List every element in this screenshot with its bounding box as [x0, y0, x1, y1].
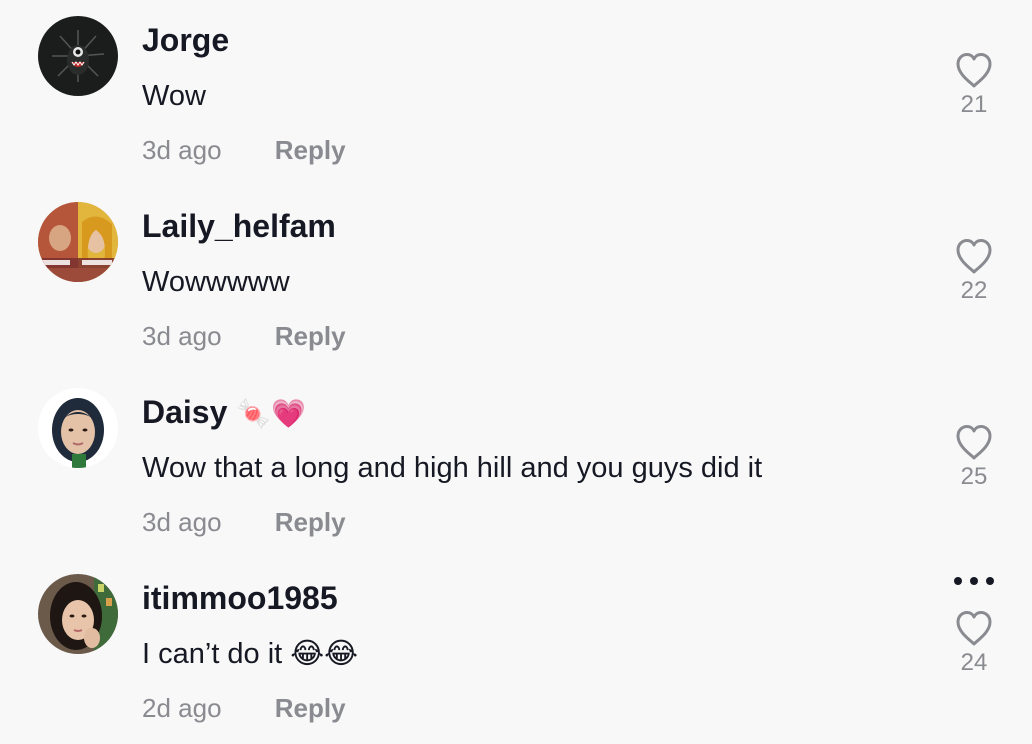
like-count: 22	[960, 277, 988, 304]
username[interactable]: Daisy 🍬💗	[142, 392, 306, 434]
like-count: 21	[960, 91, 988, 118]
username[interactable]: Jorge	[142, 20, 229, 60]
timestamp: 2d ago	[142, 693, 222, 723]
comment-text: Wowwwww	[142, 266, 290, 298]
username[interactable]: itimmoo1985	[142, 578, 338, 618]
like-control: 22	[950, 236, 998, 305]
more-options-icon[interactable]	[950, 574, 998, 588]
monster-avatar-icon	[38, 16, 118, 96]
like-count: 24	[960, 649, 988, 676]
like-control: 21	[950, 50, 998, 119]
username-text: Laily_helfam	[142, 208, 336, 244]
username[interactable]: Laily_helfam	[142, 206, 336, 246]
timestamp: 3d ago	[142, 135, 222, 165]
username-text: itimmoo1985	[142, 580, 338, 616]
comment-item: itimmoo1985 I can’t do it 😂😂 2d ago Repl…	[0, 558, 1032, 744]
username-text: Jorge	[142, 22, 230, 58]
avatar[interactable]	[38, 16, 118, 96]
comment-item: Jorge Wow 3d ago Reply 21	[0, 0, 1032, 186]
reply-button[interactable]: Reply	[275, 321, 346, 351]
heart-outline-icon[interactable]	[950, 422, 998, 462]
comment-meta: 3d ago Reply	[142, 504, 346, 540]
username-emoji: 🍬💗	[236, 397, 307, 430]
photo-avatar-icon	[38, 202, 118, 282]
reply-button[interactable]: Reply	[275, 507, 346, 537]
comment-meta: 3d ago Reply	[142, 318, 346, 354]
photo-avatar-icon	[38, 388, 118, 468]
comment-text: Wow	[142, 80, 206, 112]
comment-text: I can’t do it 😂😂	[142, 638, 359, 670]
avatar[interactable]	[38, 388, 118, 468]
comment-meta: 2d ago Reply	[142, 690, 346, 726]
comment-item: Daisy 🍬💗 Wow that a long and high hill a…	[0, 372, 1032, 558]
avatar[interactable]	[38, 574, 118, 654]
reply-button[interactable]: Reply	[275, 693, 346, 723]
avatar[interactable]	[38, 202, 118, 282]
username-text: Daisy	[142, 394, 228, 430]
heart-outline-icon[interactable]	[950, 608, 998, 648]
like-control: 25	[950, 422, 998, 491]
timestamp: 3d ago	[142, 507, 222, 537]
reply-button[interactable]: Reply	[275, 135, 346, 165]
comment-meta: 3d ago Reply	[142, 132, 346, 168]
comment-text: Wow that a long and high hill and you gu…	[142, 452, 763, 484]
photo-avatar-icon	[38, 574, 118, 654]
heart-outline-icon[interactable]	[950, 236, 998, 276]
timestamp: 3d ago	[142, 321, 222, 351]
heart-outline-icon[interactable]	[950, 50, 998, 90]
comment-item: Laily_helfam Wowwwww 3d ago Reply 22	[0, 186, 1032, 372]
like-control: 24	[950, 608, 998, 677]
like-count: 25	[960, 463, 988, 490]
